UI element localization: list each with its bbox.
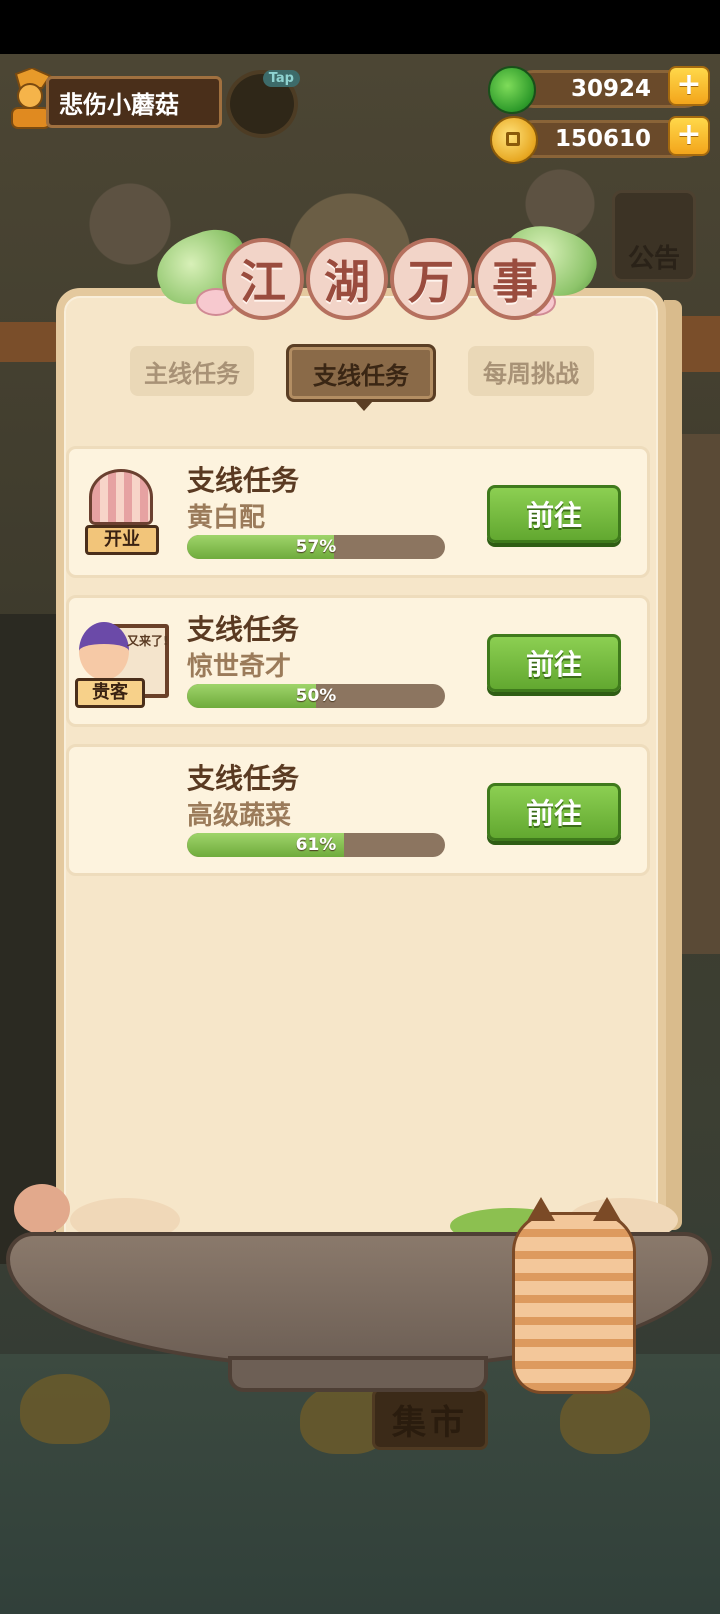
task-subtitle: 黄白配 xyxy=(187,503,266,533)
panel-side-edge xyxy=(664,300,682,1230)
tap-label: Tap xyxy=(262,70,300,87)
market-label: 集市 xyxy=(392,1402,468,1443)
coin-icon xyxy=(490,116,538,164)
task-card: 又来了! 贵客 支线任务 惊世奇才 50% 前往 xyxy=(66,595,650,727)
task-badge: 贵客 xyxy=(75,678,145,708)
go-button[interactable]: 前往 xyxy=(487,783,621,841)
player-name-tag[interactable]: 悲伤小蘑菇 xyxy=(46,76,222,128)
go-button[interactable]: 前往 xyxy=(487,485,621,543)
shop-roof xyxy=(89,469,153,525)
title-char: 万 xyxy=(390,238,472,320)
task-progress-bar: 61% xyxy=(187,833,445,857)
task-card: 支线任务 高级蔬菜 61% 前往 xyxy=(66,744,650,876)
scene-wall-left xyxy=(0,614,60,1264)
tab-label: 支线任务 xyxy=(313,361,409,390)
guest-icon: 又来了! 贵客 xyxy=(75,612,175,712)
add-jade-button[interactable]: + xyxy=(668,66,710,106)
go-button-label: 前往 xyxy=(525,797,582,830)
jade-amount: 30924 xyxy=(570,76,651,102)
tabby-cat-decoration xyxy=(512,1197,636,1394)
guest-bubble: 又来了! xyxy=(127,634,169,648)
title-char: 江 xyxy=(222,238,304,320)
progress-text: 57% xyxy=(295,537,337,557)
task-name: 支线任务 xyxy=(187,464,300,497)
title-char: 事 xyxy=(474,238,556,320)
status-bar xyxy=(0,0,720,54)
jade-icon xyxy=(488,66,536,114)
tab-main-quests[interactable]: 主线任务 xyxy=(130,346,254,396)
panel-title: 江 湖 万 事 xyxy=(147,214,605,328)
coin-amount: 150610 xyxy=(554,126,651,152)
tab-side-quests[interactable]: 支线任务 xyxy=(286,344,436,411)
task-name: 支线任务 xyxy=(187,762,300,795)
meatball-skewer-decoration xyxy=(14,1184,70,1234)
duck-decoration xyxy=(20,1374,110,1444)
scroll-rod-left xyxy=(0,322,60,362)
tap-button[interactable]: Tap xyxy=(226,70,300,138)
task-subtitle: 高级蔬菜 xyxy=(187,801,292,831)
tab-label: 每周挑战 xyxy=(483,359,579,388)
task-name: 支线任务 xyxy=(187,613,300,646)
market-sign[interactable]: 集市 xyxy=(372,1388,488,1450)
notice-label: 公告 xyxy=(627,244,680,274)
progress-text: 61% xyxy=(295,835,337,855)
title-char: 湖 xyxy=(306,238,388,320)
notice-board-button[interactable]: 公告 xyxy=(612,190,696,282)
progress-text: 50% xyxy=(295,686,337,706)
plus-icon: + xyxy=(676,67,702,102)
tab-label: 主线任务 xyxy=(144,359,240,388)
task-subtitle: 惊世奇才 xyxy=(187,652,292,682)
go-button[interactable]: 前往 xyxy=(487,634,621,692)
tab-weekly-challenge[interactable]: 每周挑战 xyxy=(468,346,594,396)
player-name: 悲伤小蘑菇 xyxy=(59,90,179,119)
duck-decoration xyxy=(560,1384,650,1454)
task-progress-bar: 57% xyxy=(187,535,445,559)
task-progress-bar: 50% xyxy=(187,684,445,708)
go-button-label: 前往 xyxy=(525,499,582,532)
bowl-base-decoration xyxy=(228,1356,488,1392)
go-button-label: 前往 xyxy=(525,648,582,681)
task-badge: 开业 xyxy=(85,525,159,555)
task-card: 开业 支线任务 黄白配 57% 前往 xyxy=(66,446,650,578)
guest-face xyxy=(79,622,129,680)
plus-icon: + xyxy=(676,117,702,152)
add-coin-button[interactable]: + xyxy=(668,116,710,156)
shop-icon: 开业 xyxy=(83,467,161,559)
